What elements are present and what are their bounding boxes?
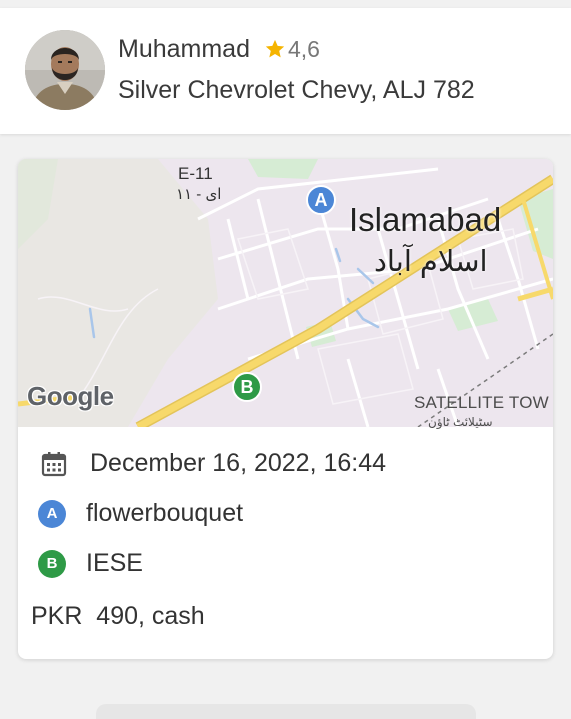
dropoff-row: B IESE xyxy=(38,549,143,578)
route-map[interactable]: E-11 ای - ۱۱ Islamabad اسلام آباد SATELL… xyxy=(18,159,553,429)
google-logo: Google xyxy=(27,381,114,411)
dropoff-marker-icon: B xyxy=(38,549,66,578)
map-label-city-urdu: اسلام آباد xyxy=(374,246,488,278)
vehicle-info: Silver Chevrolet Chevy, ALJ 782 xyxy=(118,76,475,104)
map-label-sector-urdu: ای - ۱۱ xyxy=(176,186,222,203)
map-pin-a-icon[interactable]: A xyxy=(306,185,336,215)
map-label-sector: E-11 xyxy=(178,164,213,183)
map-pin-b-icon[interactable]: B xyxy=(232,372,262,402)
trip-price: PKR 490, cash xyxy=(31,602,205,630)
trip-date: December 16, 2022, 16:44 xyxy=(90,449,387,477)
driver-card: Muhammad 4,6 Silver Chevrolet Chevy, ALJ… xyxy=(0,8,571,134)
top-strip xyxy=(0,0,571,8)
map-label-satellite-town: SATELLITE TOW xyxy=(414,393,549,412)
bottom-action-bar[interactable] xyxy=(96,704,476,719)
dropoff-location: IESE xyxy=(86,549,143,577)
trip-date-row: December 16, 2022, 16:44 xyxy=(40,449,386,478)
map-label-city: Islamabad xyxy=(349,201,502,238)
calendar-icon xyxy=(41,451,67,476)
driver-rating: 4,6 xyxy=(288,35,320,62)
pickup-location: flowerbouquet xyxy=(86,499,244,527)
pickup-row: A flowerbouquet xyxy=(38,499,243,528)
map-label-satellite-town-urdu: سٹیلائٹ ٹاؤن xyxy=(428,415,493,429)
star-icon xyxy=(265,39,285,58)
driver-name: Muhammad xyxy=(118,34,250,63)
driver-avatar xyxy=(25,30,105,110)
trip-card[interactable]: E-11 ای - ۱۱ Islamabad اسلام آباد SATELL… xyxy=(18,159,553,659)
pickup-marker-icon: A xyxy=(38,499,66,528)
driver-name-row: Muhammad 4,6 xyxy=(118,34,320,64)
